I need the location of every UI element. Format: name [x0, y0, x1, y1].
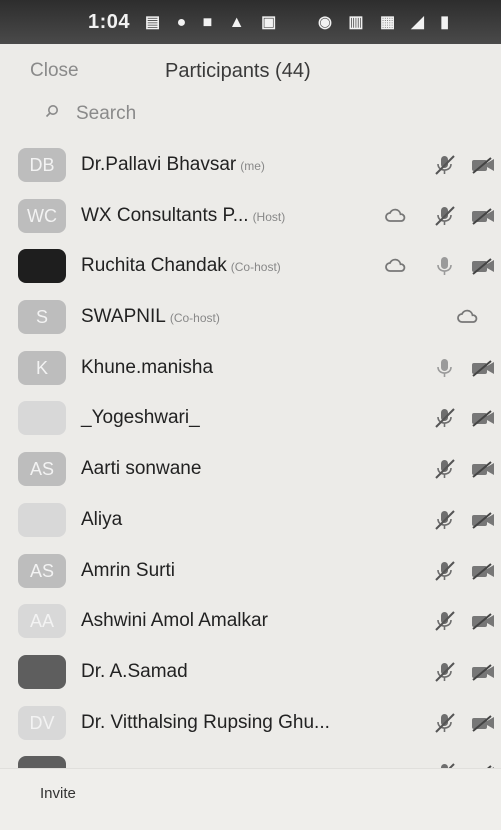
participant-name-text: Dr. A.Samad [81, 660, 188, 682]
participant-row[interactable]: Dr. A.Samad [0, 647, 501, 698]
search-bar[interactable] [0, 100, 501, 134]
video-off-icon [470, 761, 496, 768]
role-badge: (me) [240, 159, 265, 173]
participant-name-text: _Yogeshwari_ [81, 407, 200, 429]
close-button[interactable]: Close [30, 60, 79, 82]
video-off-icon [470, 559, 496, 583]
participant-row[interactable]: Ruchita Chandak (Co-host) [0, 241, 501, 292]
avatar [18, 249, 66, 284]
participant-name: Ashwini Amol Amalkar [81, 610, 268, 632]
participant-name-text: Amrin Surti [81, 559, 175, 581]
participant-name-text: Dr.Pallavi Bhavsar [81, 154, 237, 175]
participant-name: Amrin Surti [81, 560, 175, 582]
participant-row[interactable]: AA Ashwini Amol Amalkar [0, 596, 501, 647]
avatar: AA [18, 604, 66, 639]
participant-name-text: Aarti sonwane [81, 458, 202, 480]
cloud-icon [383, 254, 409, 278]
participant-name-text: Aliya [81, 508, 123, 530]
participant-name: SWAPNIL (Co-host) [81, 306, 220, 328]
video-off-icon [470, 711, 496, 735]
video-off-icon [470, 609, 496, 633]
mic-on-icon [432, 356, 458, 380]
participant-row[interactable]: Aliya [0, 495, 501, 546]
avatar [18, 654, 66, 689]
participant-name: _Yogeshwari_ [81, 407, 200, 429]
status-bar: 1:04 ▤ ● ■ ▲ ▣ ◉ ▥ ▦ ◢ ▮ [0, 0, 501, 44]
avatar [18, 502, 66, 537]
avatar: AS [18, 452, 66, 487]
avatar: DV [18, 705, 66, 740]
participant-name: Dr.Pallavi Bhavsar (me) [81, 154, 265, 176]
mic-muted-icon [432, 508, 458, 532]
mic-muted-icon [432, 153, 458, 177]
participant-name: Dr. Vitthalsing Rupsing Ghu... [81, 712, 330, 734]
participant-name: Khune.manisha [81, 357, 213, 379]
avatar: WC [18, 198, 66, 233]
avatar: S [18, 300, 66, 335]
video-off-icon [470, 660, 496, 684]
participant-row[interactable]: K Khune.manisha [0, 343, 501, 394]
participant-name: WX Consultants P... (Host) [81, 205, 285, 227]
avatar [18, 756, 66, 768]
cloud-icon [455, 305, 481, 329]
participant-name-text: SWAPNIL [81, 306, 166, 328]
participant-name: Ruchita Chandak (Co-host) [81, 255, 281, 277]
mic-muted-icon [432, 559, 458, 583]
participant-name-text: Ashwini Amol Amalkar [81, 610, 268, 632]
page-title: Participants (44) [165, 60, 311, 82]
participants-header: Close Participants (44) [0, 44, 501, 100]
mic-muted-icon [432, 204, 458, 228]
invite-button[interactable]: Invite [40, 785, 76, 802]
participant-row[interactable]: S SWAPNIL (Co-host) [0, 292, 501, 343]
mic-muted-icon [432, 761, 458, 768]
video-off-icon [470, 406, 496, 430]
participant-row[interactable]: _Yogeshwari_ [0, 393, 501, 444]
mic-muted-icon [432, 457, 458, 481]
cloud-icon [383, 204, 409, 228]
status-system-icons: ◉ ▥ ▦ ◢ ▮ [318, 14, 456, 31]
participant-row[interactable]: AS Amrin Surti [0, 546, 501, 597]
participant-name-text: Ruchita Chandak [81, 255, 227, 277]
participant-list: DB Dr.Pallavi Bhavsar (me) WC WX Consultants… [0, 140, 501, 768]
video-off-icon [470, 204, 496, 228]
mic-muted-icon [432, 406, 458, 430]
footer-bar: Invite [0, 768, 501, 830]
avatar: K [18, 350, 66, 385]
participant-name-text: Khune.manisha [81, 356, 214, 378]
search-icon [45, 105, 58, 118]
participant-row[interactable] [0, 748, 501, 768]
status-notification-icons: ▤ ● ■ ▲ ▣ [145, 14, 283, 31]
search-input[interactable] [76, 103, 376, 125]
mic-muted-icon [432, 711, 458, 735]
avatar [18, 401, 66, 436]
video-off-icon [470, 153, 496, 177]
avatar: AS [18, 553, 66, 588]
mic-muted-icon [432, 609, 458, 633]
role-badge: (Host) [252, 209, 286, 224]
participant-name-text: Dr. Vitthalsing Rupsing Ghu... [81, 711, 330, 733]
video-off-icon [470, 508, 496, 532]
mic-on-icon [432, 254, 458, 278]
role-badge: (Co-host) [230, 260, 281, 275]
video-off-icon [470, 457, 496, 481]
participant-name-text: WX Consultants P... [81, 204, 249, 226]
participant-row[interactable]: WC WX Consultants P... (Host) [0, 191, 501, 242]
mic-muted-icon [432, 660, 458, 684]
status-time: 1:04 [88, 11, 131, 33]
participant-row[interactable]: AS Aarti sonwane [0, 444, 501, 495]
participant-name: Aarti sonwane [81, 458, 201, 480]
participant-name: Dr. A.Samad [81, 661, 188, 683]
video-off-icon [470, 356, 496, 380]
role-badge: (Co-host) [169, 311, 220, 326]
participant-row[interactable]: DB Dr.Pallavi Bhavsar (me) [0, 140, 501, 191]
video-off-icon [470, 254, 496, 278]
avatar: DB [18, 148, 66, 182]
participant-row[interactable]: DV Dr. Vitthalsing Rupsing Ghu... [0, 698, 501, 749]
participant-name: Aliya [81, 509, 122, 531]
